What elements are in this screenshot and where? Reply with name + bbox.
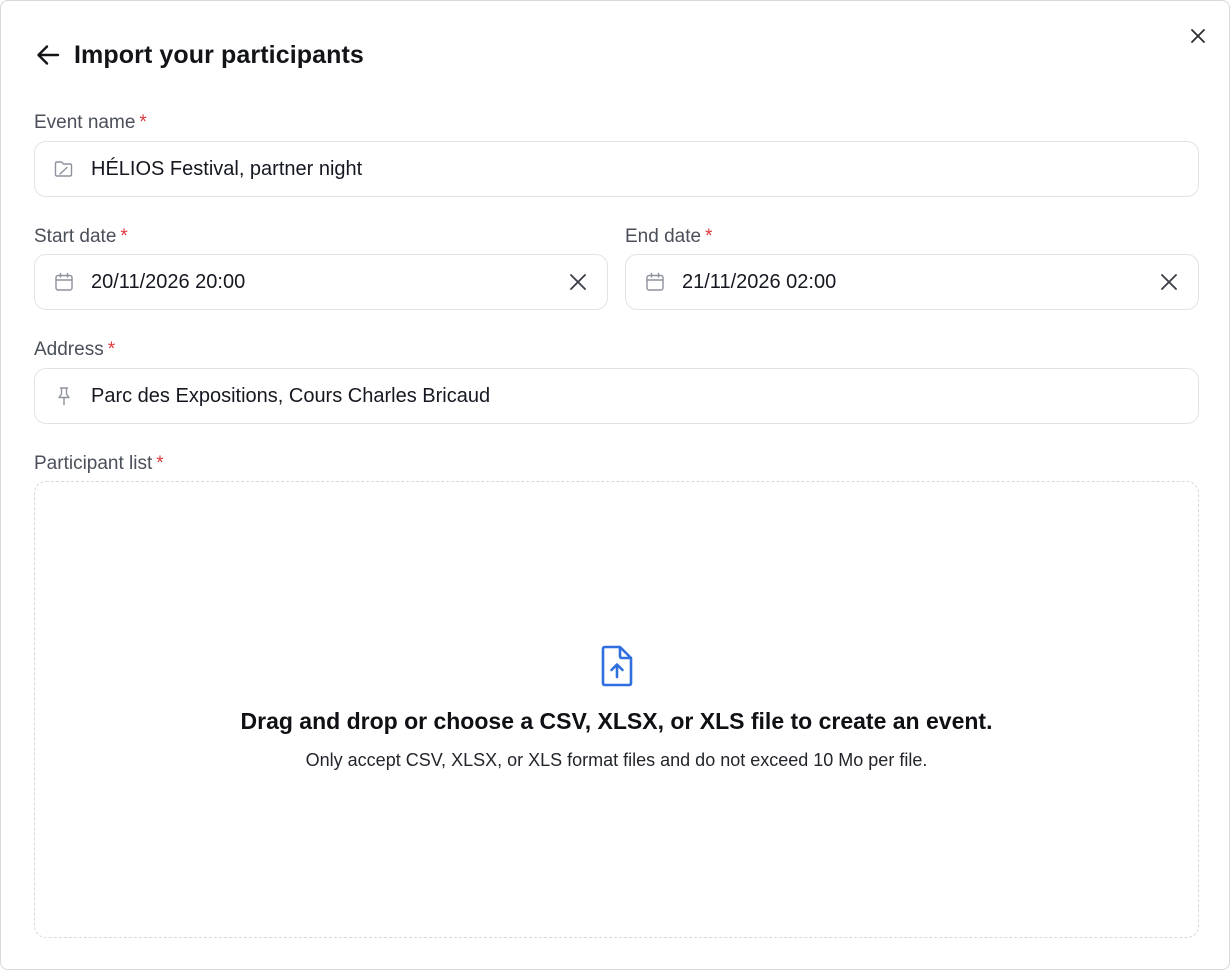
end-date-clear-button[interactable] bbox=[1155, 268, 1183, 296]
participant-list-label: Participant list * bbox=[34, 453, 164, 475]
end-date-value: 21/11/2026 02:00 bbox=[682, 270, 837, 293]
arrow-left-icon bbox=[37, 45, 60, 65]
required-marker: * bbox=[120, 226, 128, 247]
file-upload-icon bbox=[601, 645, 633, 687]
event-name-label-text: Event name bbox=[34, 112, 136, 133]
close-icon bbox=[570, 274, 586, 290]
calendar-icon bbox=[643, 270, 667, 294]
required-marker: * bbox=[705, 226, 713, 247]
calendar-icon bbox=[52, 270, 76, 294]
required-marker: * bbox=[156, 453, 164, 474]
dropzone-subtitle: Only accept CSV, XLSX, or XLS format fil… bbox=[305, 750, 928, 770]
participant-list-label-text: Participant list bbox=[34, 453, 153, 474]
import-participants-dialog: Import your participants Event name * HÉL… bbox=[0, 0, 1230, 970]
address-label: Address * bbox=[34, 339, 115, 361]
start-date-label-text: Start date bbox=[34, 226, 117, 247]
file-dropzone[interactable]: Drag and drop or choose a CSV, XLSX, or … bbox=[34, 481, 1199, 938]
pin-icon bbox=[52, 384, 76, 408]
event-name-value: HÉLIOS Festival, partner night bbox=[91, 157, 363, 180]
close-icon bbox=[1161, 274, 1177, 290]
start-date-value: 20/11/2026 20:00 bbox=[91, 270, 246, 293]
address-label-text: Address bbox=[34, 339, 104, 360]
event-name-field[interactable]: HÉLIOS Festival, partner night bbox=[34, 141, 1199, 197]
end-date-field[interactable]: 21/11/2026 02:00 bbox=[625, 254, 1199, 310]
close-button[interactable] bbox=[1185, 23, 1211, 49]
folder-icon bbox=[52, 157, 76, 181]
close-icon bbox=[1191, 29, 1205, 43]
start-date-field[interactable]: 20/11/2026 20:00 bbox=[34, 254, 608, 310]
dialog-header: Import your participants bbox=[34, 35, 364, 75]
start-date-clear-button[interactable] bbox=[564, 268, 592, 296]
required-marker: * bbox=[139, 112, 147, 133]
address-value: Parc des Expositions, Cours Charles Bric… bbox=[91, 384, 491, 407]
end-date-label: End date * bbox=[625, 226, 712, 248]
start-date-label: Start date * bbox=[34, 226, 128, 248]
event-name-label: Event name * bbox=[34, 112, 147, 134]
dialog-title: Import your participants bbox=[74, 40, 364, 69]
dropzone-title: Drag and drop or choose a CSV, XLSX, or … bbox=[240, 708, 993, 734]
back-button[interactable] bbox=[32, 39, 64, 71]
end-date-label-text: End date bbox=[625, 226, 702, 247]
address-field[interactable]: Parc des Expositions, Cours Charles Bric… bbox=[34, 368, 1199, 424]
required-marker: * bbox=[107, 339, 116, 360]
